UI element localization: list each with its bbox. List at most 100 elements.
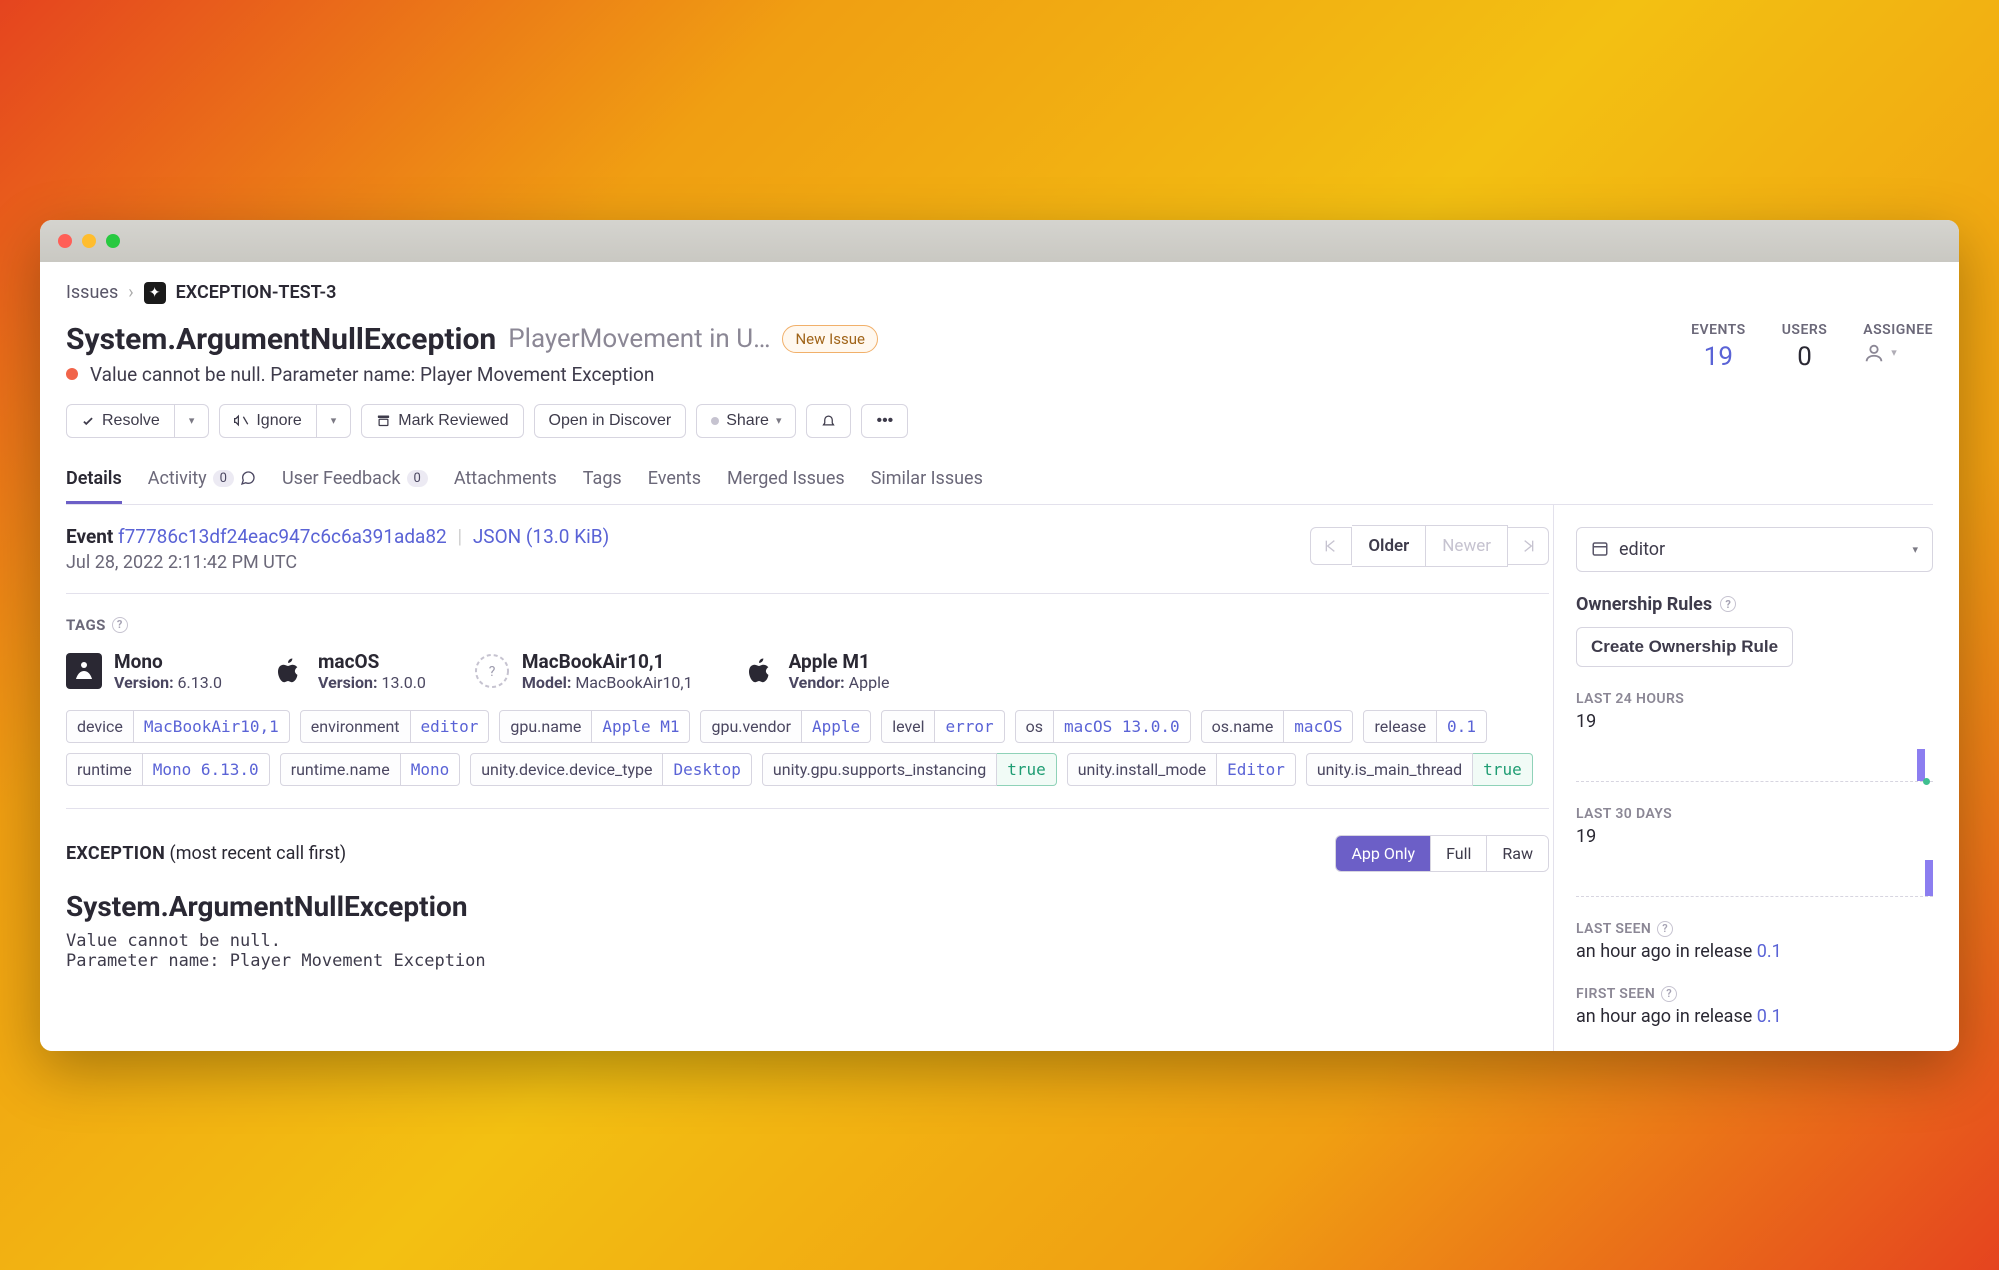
view-raw[interactable]: Raw	[1486, 836, 1548, 871]
assignee-select[interactable]: ▾	[1863, 342, 1933, 364]
tab-events[interactable]: Events	[648, 460, 701, 504]
severity-dot-icon	[66, 368, 78, 380]
help-icon[interactable]: ?	[1720, 596, 1736, 612]
tab-tags[interactable]: Tags	[583, 460, 622, 504]
apple-icon	[270, 653, 306, 689]
tag-value: Apple	[802, 710, 871, 743]
last-seen-block: LAST SEEN ? an hour ago in release 0.1	[1576, 921, 1933, 962]
share-button[interactable]: Share ▾	[696, 404, 796, 438]
tag-pair[interactable]: runtimeMono 6.13.0	[66, 753, 270, 786]
environment-select[interactable]: editor ▾	[1576, 527, 1933, 572]
last-24h-block: LAST 24 HOURS 19	[1576, 691, 1933, 782]
ownership-header: Ownership Rules ?	[1576, 594, 1933, 615]
tag-key: environment	[300, 710, 411, 743]
pager-older-button[interactable]: Older	[1352, 525, 1426, 567]
event-id[interactable]: f77786c13df24eac947c6c6a391ada82	[118, 525, 447, 548]
pager-first-button[interactable]	[1310, 527, 1352, 565]
app-window: Issues › ✦ EXCEPTION-TEST-3 System.Argum…	[40, 220, 1959, 1051]
subscribe-button[interactable]	[806, 404, 851, 438]
tag-value: MacBookAir10,1	[134, 710, 290, 743]
tag-pair[interactable]: levelerror	[881, 710, 1004, 743]
ignore-dropdown[interactable]: ▾	[317, 404, 352, 438]
exception-hint: (most recent call first)	[170, 843, 347, 864]
chevron-down-icon: ▾	[776, 414, 782, 427]
issue-message: Value cannot be null. Parameter name: Pl…	[90, 363, 654, 386]
first-seen-release-link[interactable]: 0.1	[1757, 1006, 1782, 1027]
metric-users[interactable]: USERS 0	[1782, 322, 1828, 372]
view-app-only[interactable]: App Only	[1336, 836, 1430, 871]
help-icon[interactable]: ?	[112, 617, 128, 633]
tag-pair[interactable]: unity.device.device_typeDesktop	[470, 753, 752, 786]
bell-icon	[821, 413, 836, 428]
chevron-down-icon: ▾	[331, 414, 337, 427]
tag-value: Editor	[1217, 753, 1296, 786]
skip-back-icon	[1323, 538, 1339, 554]
tag-pair[interactable]: deviceMacBookAir10,1	[66, 710, 290, 743]
resolve-dropdown[interactable]: ▾	[175, 404, 210, 438]
tag-value: macOS 13.0.0	[1054, 710, 1191, 743]
tag-pair[interactable]: unity.is_main_threadtrue	[1306, 753, 1533, 786]
tag-pair[interactable]: release0.1	[1363, 710, 1486, 743]
chevron-right-icon: ›	[128, 282, 133, 303]
tab-merged-issues[interactable]: Merged Issues	[727, 460, 845, 504]
main-left-column: Event f77786c13df24eac947c6c6a391ada82 |…	[66, 505, 1553, 1051]
tag-pair[interactable]: os.namemacOS	[1201, 710, 1354, 743]
tag-pair[interactable]: runtime.nameMono	[280, 753, 461, 786]
tag-key: release	[1363, 710, 1437, 743]
page-content: Issues › ✦ EXCEPTION-TEST-3 System.Argum…	[40, 262, 1959, 1051]
tab-attachments[interactable]: Attachments	[454, 460, 557, 504]
context-mono: Mono Version: 6.13.0	[66, 650, 222, 692]
ellipsis-icon: •••	[876, 412, 893, 430]
metric-events[interactable]: EVENTS 19	[1691, 322, 1746, 372]
feedback-count-badge: 0	[407, 470, 428, 487]
window-minimize-icon[interactable]	[82, 234, 96, 248]
sidebar: editor ▾ Ownership Rules ? Create Owners…	[1553, 505, 1933, 1051]
window-close-icon[interactable]	[58, 234, 72, 248]
tag-key: device	[66, 710, 134, 743]
main-split: Event f77786c13df24eac947c6c6a391ada82 |…	[66, 505, 1933, 1051]
window-icon	[1591, 540, 1609, 558]
tag-pair[interactable]: unity.gpu.supports_instancingtrue	[762, 753, 1057, 786]
tab-similar-issues[interactable]: Similar Issues	[871, 460, 983, 504]
last-seen-release-link[interactable]: 0.1	[1757, 941, 1782, 962]
pager-last-button[interactable]	[1508, 527, 1549, 565]
pager-newer-button[interactable]: Newer	[1426, 525, 1508, 567]
tag-pair[interactable]: osmacOS 13.0.0	[1015, 710, 1191, 743]
mark-reviewed-button[interactable]: Mark Reviewed	[361, 404, 523, 438]
tags-list: deviceMacBookAir10,1 environmenteditor gpu…	[66, 710, 1549, 786]
help-icon[interactable]: ?	[1657, 921, 1673, 937]
tab-bar: Details Activity 0 User Feedback 0 Attac…	[66, 460, 1933, 505]
action-bar: Resolve ▾ Ignore ▾ Mark Reviewed Open in…	[66, 404, 1933, 438]
open-discover-button[interactable]: Open in Discover	[534, 404, 687, 438]
ignore-button[interactable]: Ignore	[219, 404, 316, 438]
tag-value: error	[935, 710, 1004, 743]
tag-pair[interactable]: environmenteditor	[300, 710, 490, 743]
tag-key: runtime	[66, 753, 143, 786]
more-actions-button[interactable]: •••	[861, 404, 908, 438]
exception-head-label: EXCEPTION	[66, 843, 165, 864]
context-macos-title: macOS	[318, 650, 426, 673]
tab-activity[interactable]: Activity 0	[148, 460, 256, 504]
tag-value: true	[1473, 753, 1533, 786]
tab-details[interactable]: Details	[66, 460, 122, 504]
tab-user-feedback[interactable]: User Feedback 0	[282, 460, 428, 504]
help-icon[interactable]: ?	[1661, 986, 1677, 1002]
tag-pair[interactable]: gpu.nameApple M1	[499, 710, 690, 743]
breadcrumb-root[interactable]: Issues	[66, 282, 118, 303]
view-full[interactable]: Full	[1430, 836, 1486, 871]
tag-pair[interactable]: unity.install_modeEditor	[1067, 753, 1296, 786]
metric-users-label: USERS	[1782, 322, 1828, 338]
create-ownership-rule-button[interactable]: Create Ownership Rule	[1576, 627, 1793, 667]
resolve-button[interactable]: Resolve	[66, 404, 175, 438]
window-zoom-icon[interactable]	[106, 234, 120, 248]
skip-forward-icon	[1520, 538, 1536, 554]
tag-value: macOS	[1284, 710, 1353, 743]
issue-title: System.ArgumentNullException	[66, 322, 496, 357]
tag-key: gpu.vendor	[700, 710, 802, 743]
tag-pair[interactable]: gpu.vendorApple	[700, 710, 871, 743]
event-date: Jul 28, 2022 2:11:42 PM UTC	[66, 552, 609, 573]
event-json-link[interactable]: JSON (13.0 KiB)	[473, 525, 609, 548]
context-macos: macOS Version: 13.0.0	[270, 650, 426, 692]
tag-value: Mono 6.13.0	[143, 753, 270, 786]
breadcrumb: Issues › ✦ EXCEPTION-TEST-3	[66, 278, 1933, 322]
